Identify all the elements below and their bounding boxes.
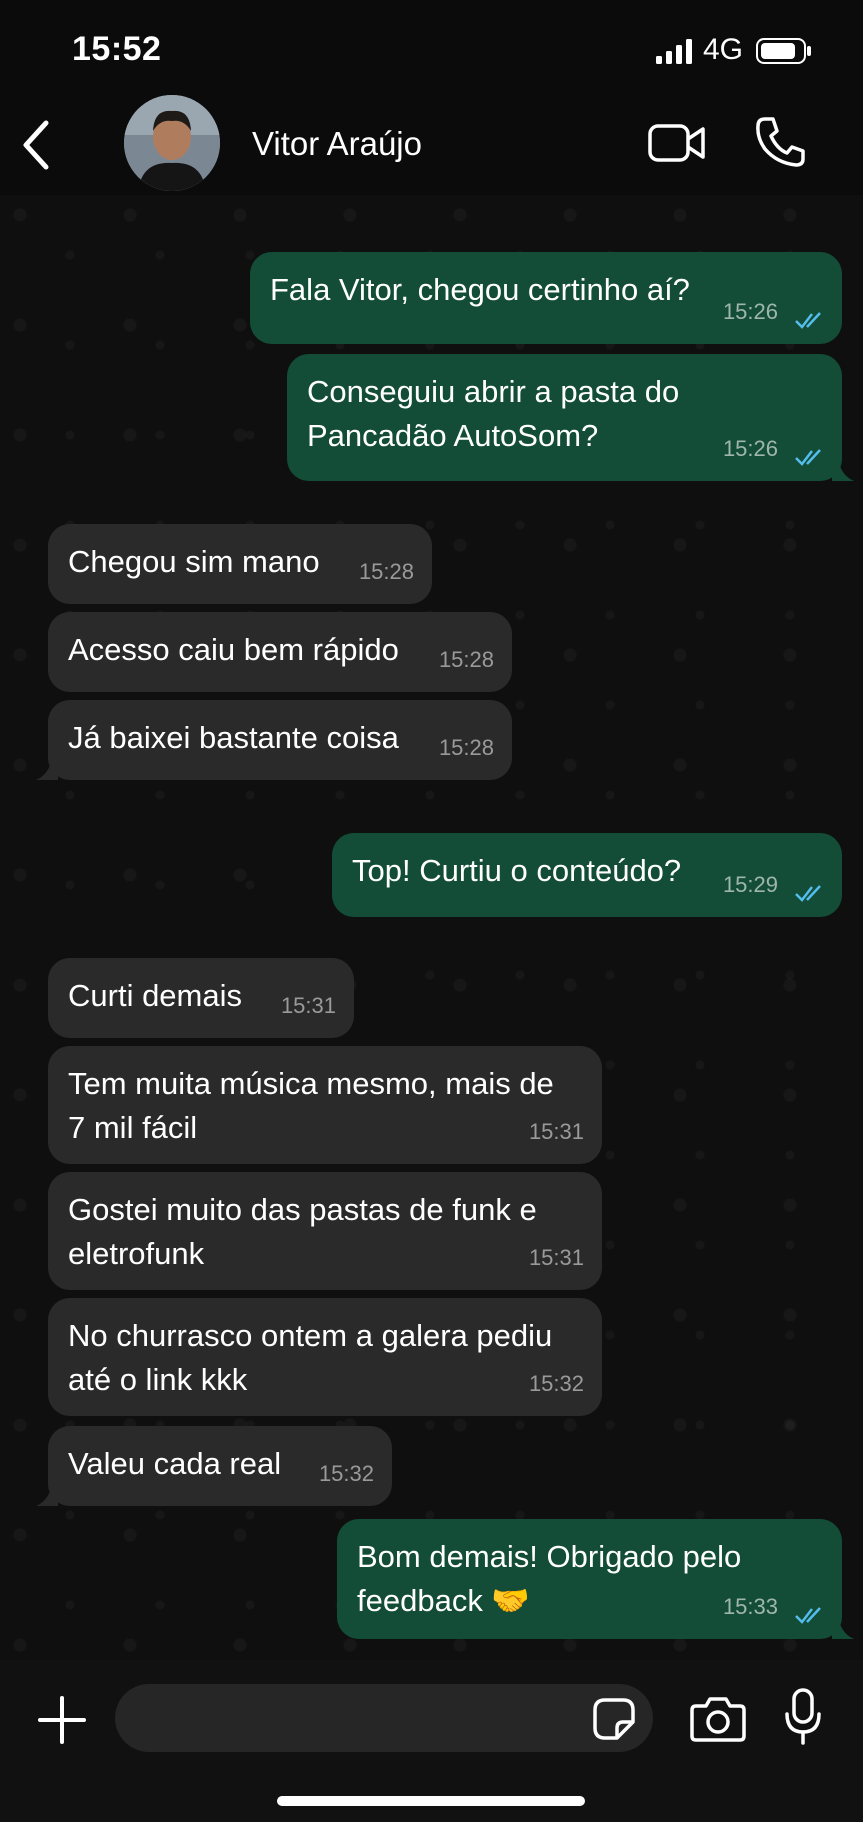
message-outgoing[interactable]: Conseguiu abrir a pasta do Pancadão Auto… — [287, 354, 854, 481]
phone-icon[interactable] — [755, 116, 805, 168]
bubble-tail — [36, 756, 58, 780]
message-outgoing[interactable]: Fala Vitor, chegou certinho aí? 15:26 — [250, 252, 842, 344]
microphone-icon[interactable] — [784, 1688, 822, 1746]
bubble-tail — [832, 457, 854, 481]
message-input[interactable] — [115, 1684, 653, 1752]
battery-icon — [756, 38, 811, 64]
home-indicator — [277, 1796, 585, 1806]
status-time: 15:52 — [72, 30, 162, 68]
message-time: 15:28 — [438, 735, 494, 760]
message-time: 15:31 — [280, 993, 336, 1018]
message-outgoing[interactable]: Top! Curtiu o conteúdo? 15:29 — [332, 833, 842, 917]
message-text: Tem muita música mesmo, mais de 7 mil fá… — [68, 1066, 554, 1145]
message-incoming[interactable]: No churrasco ontem a galera pediu até o … — [48, 1298, 602, 1416]
bubble-tail — [36, 1482, 58, 1506]
status-bar: 15:52 4G — [0, 0, 863, 100]
message-outgoing[interactable]: Bom demais! Obrigado pelo feedback 🤝 15:… — [337, 1519, 854, 1639]
read-ticks-icon — [795, 449, 821, 466]
message-incoming[interactable]: Chegou sim mano 15:28 — [48, 524, 432, 604]
message-time: 15:26 — [722, 436, 778, 461]
video-call-icon[interactable] — [648, 121, 706, 165]
back-chevron-icon[interactable] — [18, 117, 58, 173]
message-time: 15:29 — [722, 872, 778, 897]
message-time: 15:26 — [722, 299, 778, 324]
camera-icon[interactable] — [690, 1696, 746, 1742]
read-ticks-icon — [795, 1607, 821, 1624]
avatar[interactable] — [124, 95, 220, 191]
message-incoming[interactable]: Curti demais 15:31 — [48, 958, 354, 1038]
bubble-tail — [832, 1615, 854, 1639]
read-ticks-icon — [795, 885, 821, 902]
message-incoming[interactable]: Já baixei bastante coisa 15:28 — [48, 700, 512, 780]
plus-icon[interactable] — [36, 1694, 88, 1746]
message-text: Gostei muito das pastas de funk e eletro… — [68, 1192, 537, 1271]
message-time: 15:28 — [358, 559, 414, 584]
message-incoming[interactable]: Gostei muito das pastas de funk e eletro… — [48, 1172, 602, 1290]
message-incoming[interactable]: Valeu cada real 15:32 — [48, 1426, 392, 1506]
message-text: No churrasco ontem a galera pediu até o … — [68, 1318, 553, 1397]
message-text: Chegou sim mano — [68, 544, 320, 579]
message-incoming[interactable]: Tem muita música mesmo, mais de 7 mil fá… — [48, 1046, 602, 1164]
message-time: 15:33 — [722, 1594, 778, 1619]
message-incoming[interactable]: Acesso caiu bem rápido 15:28 — [48, 612, 512, 692]
message-time: 15:32 — [318, 1461, 374, 1486]
signal-icon — [656, 39, 692, 64]
contact-name[interactable]: Vitor Araújo — [252, 125, 422, 163]
network-type: 4G — [703, 33, 744, 66]
message-time: 15:28 — [438, 647, 494, 672]
message-time: 15:31 — [528, 1119, 584, 1144]
message-time: 15:32 — [528, 1371, 584, 1396]
composer-bar — [0, 1660, 863, 1822]
sticker-icon[interactable] — [593, 1698, 635, 1740]
message-text: Acesso caiu bem rápido — [68, 632, 399, 667]
message-text: Já baixei bastante coisa — [68, 720, 399, 755]
chat-header: Vitor Araújo — [0, 95, 863, 195]
message-time: 15:31 — [528, 1245, 584, 1270]
avatar-photo-icon — [124, 95, 220, 191]
read-ticks-icon — [795, 312, 821, 329]
